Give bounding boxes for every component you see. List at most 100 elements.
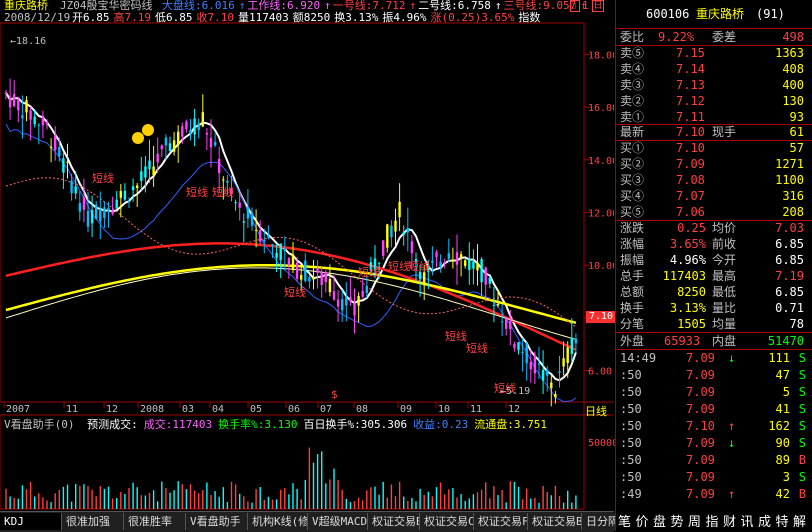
candle-body xyxy=(41,115,45,126)
ask-row[interactable]: 卖③ 7.13 400 xyxy=(616,77,812,93)
quote-tab[interactable]: 财 xyxy=(723,511,736,530)
candle-body xyxy=(382,240,385,256)
quote-tab[interactable]: 价 xyxy=(636,511,649,530)
quote-tab[interactable]: 势 xyxy=(671,511,684,530)
ask-row[interactable]: 卖② 7.12 130 xyxy=(616,93,812,109)
indicator-tab[interactable]: 很准胜率 xyxy=(124,513,186,530)
stat-label: 总额 xyxy=(620,285,645,299)
kline-chart-area[interactable]: 短线短线短线短线短线短线短线短线短线短线 18.0016.0014.0012.0… xyxy=(0,0,640,532)
order-volume: 316 xyxy=(782,189,804,203)
high-price-marker: ←18.16 xyxy=(10,36,46,47)
ask-row[interactable]: 卖① 7.11 93 xyxy=(616,109,812,125)
tick-row[interactable]: :49 7.09 ↑ 42 B xyxy=(616,486,812,502)
quote-tab[interactable]: 讯 xyxy=(741,511,754,530)
sub-window-button[interactable]: 日 xyxy=(592,0,604,12)
x-axis-label: 05 xyxy=(250,404,262,415)
quote-tab[interactable]: 盘 xyxy=(653,511,666,530)
window-box-button[interactable]: □ xyxy=(570,0,580,12)
indicator-tab[interactable]: KDJ xyxy=(0,513,62,530)
stat-value: 7.03 xyxy=(775,221,804,235)
candle-body xyxy=(74,186,77,194)
x-axis-label: 12 xyxy=(508,404,520,415)
bid-row[interactable]: 买① 7.10 57 xyxy=(616,140,812,156)
tick-row[interactable]: :50 7.10 ↑ 162 S xyxy=(616,418,812,434)
candle-body xyxy=(525,343,528,364)
candle-body xyxy=(291,254,295,270)
indicator-tab[interactable]: 机构K线(修 xyxy=(248,513,308,530)
candle-body xyxy=(234,202,237,204)
signal-annotation: 短线 xyxy=(358,265,380,279)
candle-body xyxy=(49,146,53,148)
candle-body xyxy=(37,124,40,126)
bid-row[interactable]: 买③ 7.08 1100 xyxy=(616,172,812,188)
tick-side: S xyxy=(798,402,806,416)
stat-value: 1505 xyxy=(677,317,706,331)
candle-body xyxy=(21,115,24,119)
x-axis-label: 07 xyxy=(320,404,332,415)
indicator-tab[interactable]: V看盘助手 xyxy=(186,513,248,530)
candle-body xyxy=(295,262,299,279)
tick-side: S xyxy=(798,470,806,484)
tick-volume: 90 xyxy=(775,436,790,450)
indicator-tab[interactable]: 权证交易B xyxy=(528,513,582,530)
ask-row[interactable]: 卖④ 7.14 408 xyxy=(616,61,812,77)
tick-row[interactable]: :50 7.09 3 S xyxy=(616,469,812,485)
indicator-tab[interactable]: 权证交易C xyxy=(420,513,474,530)
indicator-tab[interactable]: 权证交易F xyxy=(474,513,528,530)
quote-tab[interactable]: 解 xyxy=(793,511,806,530)
candle-body xyxy=(492,304,496,306)
x-axis-label: 11 xyxy=(66,404,78,415)
bid-row[interactable]: 买④ 7.07 316 xyxy=(616,188,812,204)
volume-panel-title[interactable]: V看盘助手(0) xyxy=(4,418,75,431)
tick-row[interactable]: :50 7.09 5 S xyxy=(616,384,812,400)
tick-price: 7.09 xyxy=(686,351,715,365)
candle-body xyxy=(197,123,200,131)
tick-row[interactable]: :50 7.09 89 B xyxy=(616,452,812,468)
stock-title-name: 重庆路桥 xyxy=(696,7,745,21)
candle-body xyxy=(213,142,217,146)
quote-tab[interactable]: 笔 xyxy=(618,511,631,530)
order-level-label: 卖④ xyxy=(620,62,645,76)
order-level-label: 买① xyxy=(620,141,645,155)
tick-row[interactable]: :50 7.09 47 S xyxy=(616,367,812,383)
candle-body xyxy=(226,180,229,183)
one-button[interactable]: 1 xyxy=(582,0,589,12)
candle-body xyxy=(353,303,356,316)
bar-stat: 高7.19 xyxy=(113,11,152,24)
tick-list[interactable]: 14:49 7.09 ↓ 111 S:50 7.09 47 S:50 7.09 5 S:50 7.09… xyxy=(616,350,812,510)
quote-tab[interactable]: 指 xyxy=(706,511,719,530)
candle-body xyxy=(402,232,405,235)
order-price: 7.14 xyxy=(676,62,705,76)
candle-body xyxy=(304,260,307,281)
candle-body xyxy=(189,129,192,134)
ask-row[interactable]: 卖⑤ 7.15 1363 xyxy=(616,45,812,61)
kline-chart[interactable]: 短线短线短线短线短线短线短线短线短线短线 18.0016.0014.0012.0… xyxy=(0,0,614,511)
order-volume: 1100 xyxy=(775,173,804,187)
tick-row[interactable]: 14:49 7.09 ↓ 111 S xyxy=(616,350,812,366)
indicator-tab[interactable]: 权证交易B xyxy=(368,513,420,530)
candle-body xyxy=(570,337,573,354)
indicator-tab[interactable]: 很准加强 xyxy=(62,513,124,530)
volume-stat: 百日换手%:305.306 xyxy=(303,418,408,431)
stat-value: 78 xyxy=(789,317,804,331)
candle-body xyxy=(209,137,213,148)
bid-row[interactable]: 买② 7.09 1271 xyxy=(616,156,812,172)
quote-tab[interactable]: 周 xyxy=(688,511,701,530)
stats-row: 换手 3.13% 量比 0.71 xyxy=(616,300,812,316)
quote-tab[interactable]: 特 xyxy=(776,511,789,530)
candle-body xyxy=(82,197,86,210)
x-axis-label: 03 xyxy=(182,404,194,415)
period-label[interactable]: 日线 xyxy=(585,403,607,419)
candle-body xyxy=(263,239,266,242)
candle-body xyxy=(488,277,491,284)
tick-row[interactable]: :50 7.09 41 S xyxy=(616,401,812,417)
bid-row[interactable]: 买⑤ 7.06 208 xyxy=(616,204,812,220)
tick-time: :50 xyxy=(620,470,642,484)
tick-row[interactable]: :50 7.09 ↓ 90 S xyxy=(616,435,812,451)
candle-body xyxy=(107,208,110,211)
candle-body xyxy=(168,143,172,152)
candle-body xyxy=(566,347,569,364)
quote-tab[interactable]: 成 xyxy=(758,511,771,530)
stats-row: 涨幅 3.65% 前收 6.85 xyxy=(616,236,812,252)
indicator-tab[interactable]: V超级MACD精 xyxy=(308,513,368,530)
